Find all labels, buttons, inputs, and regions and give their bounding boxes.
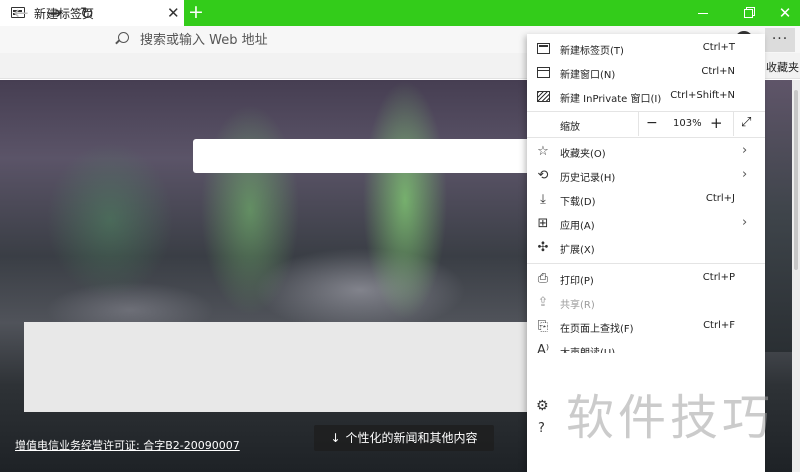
page-search-box[interactable] xyxy=(193,139,543,173)
gear-icon[interactable]: ⚙ xyxy=(536,398,549,414)
menu-item-label: 收藏夹(O) xyxy=(560,149,606,160)
content-placeholder xyxy=(24,322,527,412)
scrollbar-thumb[interactable] xyxy=(794,90,798,270)
zoom-in-button[interactable]: + xyxy=(710,114,723,132)
menu-item-label: 下载(D) xyxy=(560,197,596,208)
zoom-divider xyxy=(733,112,734,136)
menu-zoom-row: 缩放 − 103% + ⤢ xyxy=(527,112,765,136)
new-window-icon xyxy=(537,67,550,78)
inprivate-icon xyxy=(537,91,550,102)
minimize-button[interactable] xyxy=(688,0,718,26)
menu-item-label: 打印(P) xyxy=(560,276,594,287)
menu-item-shortcut: Ctrl+F xyxy=(703,320,735,331)
menu-item-label: 新建标签页(T) xyxy=(560,46,624,57)
arrow-down-icon: ↓ xyxy=(330,431,341,445)
personalized-news-button[interactable]: ↓ 个性化的新闻和其他内容 xyxy=(314,425,494,451)
menu-item-shortcut: Ctrl+T xyxy=(702,42,735,53)
menu-item-read-aloud[interactable]: A⁾ 大声朗读(U) xyxy=(527,339,765,354)
download-icon: ⤓ xyxy=(540,192,546,207)
print-icon: ⎙ xyxy=(537,271,549,286)
menu-item-new-window[interactable]: 新建窗口(N) Ctrl+N xyxy=(527,61,765,85)
refresh-button[interactable]: ↻ xyxy=(76,3,98,25)
menu-item-label: 大声朗读(U) xyxy=(560,344,615,353)
menu-item-extensions[interactable]: ✣ 扩展(X) xyxy=(527,236,765,260)
close-window-button[interactable]: ✕ xyxy=(770,0,800,26)
menu-item-label: 新建窗口(N) xyxy=(560,70,616,81)
zoom-label: 缩放 xyxy=(560,122,580,133)
menu-item-shortcut: Ctrl+Shift+N xyxy=(670,90,735,101)
menu-item-label: 应用(A) xyxy=(560,221,595,232)
menu-item-label: 新建 InPrivate 窗口(I) xyxy=(560,94,662,105)
menu-item-shortcut: Ctrl+P xyxy=(702,272,735,283)
extensions-icon: ✣ xyxy=(537,240,549,255)
chevron-right-icon: › xyxy=(742,215,748,230)
zoom-level: 103% xyxy=(673,118,702,129)
zoom-divider xyxy=(638,112,639,136)
menu-item-share: ⇪ 共享(R) xyxy=(527,291,765,315)
menu-item-shortcut: Ctrl+N xyxy=(701,66,735,77)
menu-item-find-on-page[interactable]: ⎘ 在页面上查找(F) Ctrl+F xyxy=(527,315,765,339)
menu-item-downloads[interactable]: ⤓ 下载(D) Ctrl+J xyxy=(527,188,765,212)
new-tab-button[interactable]: + xyxy=(187,1,205,23)
menu-item-print[interactable]: ⎙ 打印(P) Ctrl+P xyxy=(527,267,765,291)
tab-close-button[interactable]: ✕ xyxy=(167,4,180,22)
menu-item-label: 历史记录(H) xyxy=(560,173,616,184)
menu-item-apps[interactable]: ⊞ 应用(A) › xyxy=(527,212,765,236)
menu-divider xyxy=(527,263,765,264)
license-link[interactable]: 增值电信业务经营许可证: 合字B2-20090007 xyxy=(15,437,240,453)
restore-icon xyxy=(743,8,753,18)
find-on-page-icon: ⎘ xyxy=(537,319,549,334)
read-aloud-icon: A⁾ xyxy=(536,343,550,354)
menu-item-favorites[interactable]: ☆ 收藏夹(O) › xyxy=(527,140,765,164)
search-icon xyxy=(118,32,129,43)
apps-icon: ⊞ xyxy=(537,216,549,231)
new-tab-icon xyxy=(537,43,550,54)
menu-divider xyxy=(527,137,765,138)
forward-button[interactable]: → xyxy=(43,3,65,25)
star-list-icon: ☆ xyxy=(537,144,549,159)
minimize-icon xyxy=(698,12,708,14)
help-icon[interactable]: ? xyxy=(538,421,545,436)
news-button-label: 个性化的新闻和其他内容 xyxy=(345,431,478,445)
menu-item-label: 扩展(X) xyxy=(560,245,595,256)
menu-item-new-tab[interactable]: 新建标签页(T) Ctrl+T xyxy=(527,37,765,61)
history-icon: ⟲ xyxy=(537,168,549,183)
menu-item-label: 在页面上查找(F) xyxy=(560,324,634,335)
zoom-out-button[interactable]: − xyxy=(646,115,658,131)
watermark-text: 软件技巧 xyxy=(566,390,775,446)
menu-item-shortcut: Ctrl+J xyxy=(705,193,735,204)
share-icon: ⇪ xyxy=(537,295,549,310)
back-button[interactable]: ← xyxy=(10,3,32,25)
settings-and-more-button[interactable]: ··· xyxy=(765,28,795,52)
menu-item-history[interactable]: ⟲ 历史记录(H) › xyxy=(527,164,765,188)
favorites-bar-label[interactable]: 收藏夹 xyxy=(766,59,799,75)
menu-item-label: 共享(R) xyxy=(560,300,595,311)
restore-button[interactable] xyxy=(733,0,763,26)
chevron-right-icon: › xyxy=(742,167,748,182)
address-bar-input[interactable] xyxy=(140,30,440,50)
fullscreen-icon[interactable]: ⤢ xyxy=(741,115,751,130)
menu-item-new-inprivate-window[interactable]: 新建 InPrivate 窗口(I) Ctrl+Shift+N xyxy=(527,85,765,109)
chevron-right-icon: › xyxy=(742,143,748,158)
